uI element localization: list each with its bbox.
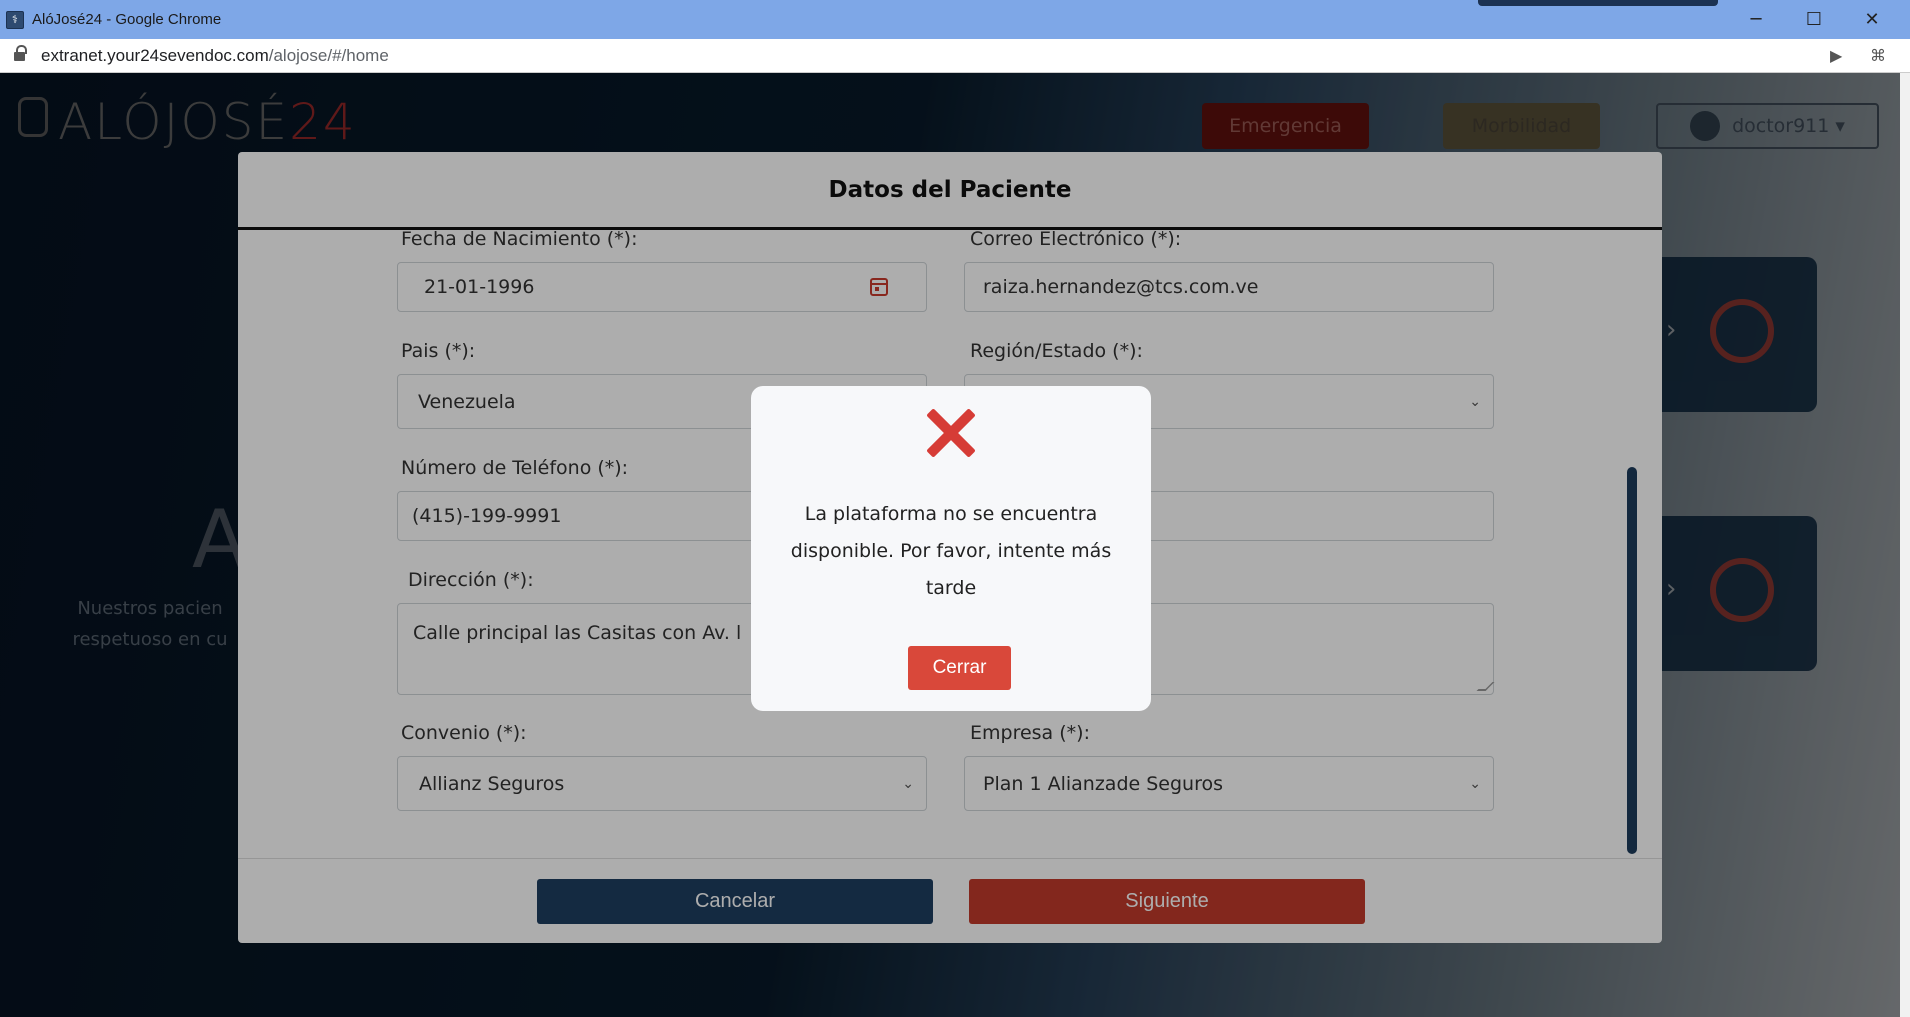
translate-icon[interactable]: ⌘ xyxy=(1870,46,1886,65)
close-icon[interactable]: ✕ xyxy=(1844,0,1900,39)
app-favicon-icon: ⚕ xyxy=(6,10,24,29)
alert-message: La plataforma no se encuentra disponible… xyxy=(790,503,1112,599)
camera-icon[interactable]: ▶ xyxy=(1830,46,1842,65)
maximize-icon[interactable]: ☐ xyxy=(1786,0,1842,39)
url-path: /alojose/#/home xyxy=(268,45,389,65)
page-scrollbar[interactable] xyxy=(1900,73,1910,1017)
window-title: AlóJosé24 - Google Chrome xyxy=(32,11,222,28)
tab-strip-indicator xyxy=(1478,0,1718,6)
browser-title-bar: ⚕ AlóJosé24 - Google Chrome ─ ☐ ✕ xyxy=(0,0,1910,39)
minimize-icon[interactable]: ─ xyxy=(1728,0,1784,39)
error-alert-dialog: La plataforma no se encuentra disponible… xyxy=(751,386,1151,711)
url-host: extranet.your24sevendoc.com xyxy=(41,45,269,65)
address-bar[interactable]: extranet.your24sevendoc.com/alojose/#/ho… xyxy=(0,39,1910,73)
lock-icon xyxy=(14,45,27,62)
error-x-icon xyxy=(925,408,975,458)
close-alert-button[interactable]: Cerrar xyxy=(908,646,1011,690)
